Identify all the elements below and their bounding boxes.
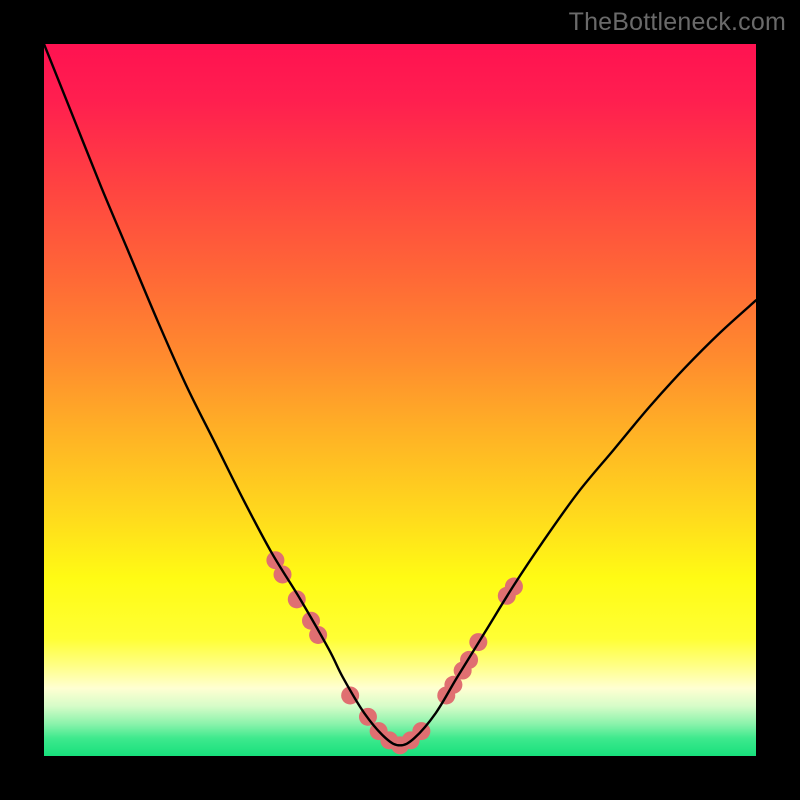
bottleneck-curve xyxy=(44,44,756,745)
marker-group xyxy=(266,551,523,754)
plot-area xyxy=(44,44,756,756)
watermark-text: TheBottleneck.com xyxy=(569,8,786,37)
curve-layer xyxy=(44,44,756,756)
chart-canvas: TheBottleneck.com xyxy=(0,0,800,800)
